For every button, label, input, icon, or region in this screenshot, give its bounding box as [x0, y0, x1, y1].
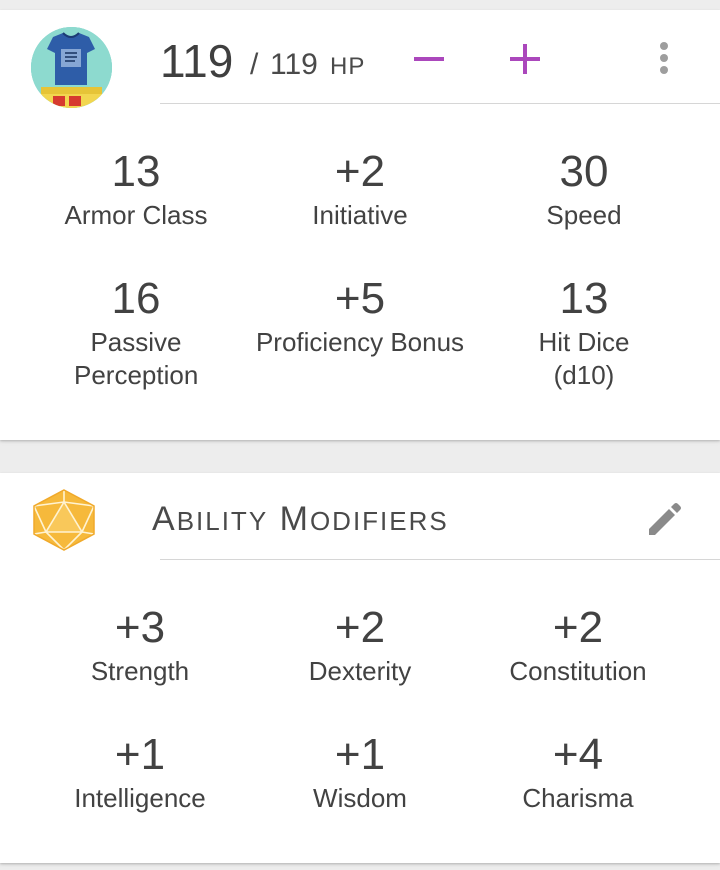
title-word: odifiers — [309, 506, 449, 536]
more-vert-icon — [660, 42, 668, 74]
hp-separator: / — [250, 48, 259, 81]
ability-label: Intelligence — [74, 783, 206, 813]
character-avatar[interactable] — [31, 27, 112, 108]
stat-initiative[interactable]: +2 Initiative — [248, 147, 472, 232]
stat-hit-dice[interactable]: 13 Hit Dice (d10) — [472, 274, 696, 392]
avatar-image — [31, 27, 112, 108]
ability-value: +3 — [114, 603, 166, 652]
minus-icon — [414, 57, 444, 61]
decrease-hp-button[interactable] — [405, 35, 453, 83]
ability-value: +4 — [552, 730, 604, 779]
stat-armor-class[interactable]: 13 Armor Class — [24, 147, 248, 232]
stat-label: Initiative — [312, 200, 408, 230]
stat-label: Hit Dice (d10) — [538, 327, 630, 390]
d20-icon — [30, 488, 98, 552]
stat-passive-perception[interactable]: 16 Passive Perception — [24, 274, 248, 392]
stats-card: 119 / 119 HP 13 Armor Class +2 Initiativ… — [0, 10, 720, 440]
stat-value: 13 — [111, 147, 161, 196]
stat-label: Passive Perception — [74, 327, 199, 390]
more-options-button[interactable] — [650, 38, 678, 82]
stat-value: +2 — [334, 147, 386, 196]
ability-wisdom[interactable]: +1 Wisdom — [248, 730, 472, 815]
stat-value: 16 — [111, 274, 161, 323]
stat-label: Speed — [546, 200, 622, 230]
increase-hp-button[interactable] — [501, 35, 549, 83]
ability-label: Dexterity — [308, 656, 412, 686]
ability-label: Constitution — [509, 656, 647, 686]
stat-proficiency-bonus[interactable]: +5 Proficiency Bonus — [248, 274, 472, 359]
ability-label: Wisdom — [313, 783, 407, 813]
hp-current: 119 — [160, 35, 234, 87]
ability-label: Charisma — [522, 783, 634, 813]
ability-strength[interactable]: +3 Strength — [28, 603, 252, 688]
ability-value: +1 — [334, 730, 386, 779]
header-divider — [160, 103, 720, 104]
plus-icon — [510, 44, 540, 74]
title-initial: M — [279, 500, 310, 538]
ability-dexterity[interactable]: +2 Dexterity — [248, 603, 472, 688]
ability-intelligence[interactable]: +1 Intelligence — [28, 730, 252, 815]
title-initial: A — [152, 500, 177, 538]
stat-value: 13 — [559, 274, 609, 323]
stat-speed[interactable]: 30 Speed — [472, 147, 696, 232]
hp-unit: HP — [330, 53, 366, 80]
edit-abilities-button[interactable] — [643, 497, 687, 541]
title-word: bility — [176, 506, 269, 536]
hp-max: 119 — [270, 48, 318, 81]
header-divider — [160, 559, 720, 560]
stat-value: +5 — [334, 274, 386, 323]
ability-value: +2 — [552, 603, 604, 652]
ability-charisma[interactable]: +4 Charisma — [466, 730, 690, 815]
ability-value: +2 — [334, 603, 386, 652]
ability-label: Strength — [90, 656, 190, 686]
stat-value: 30 — [559, 147, 609, 196]
section-title: Ability Modifiers — [152, 497, 449, 543]
stat-label: Proficiency Bonus — [255, 327, 465, 357]
pencil-icon — [649, 503, 681, 535]
stat-label: Armor Class — [64, 200, 208, 230]
ability-value: +1 — [114, 730, 166, 779]
ability-modifiers-card: Ability Modifiers +3 Strength +2 Dexteri… — [0, 473, 720, 863]
ability-constitution[interactable]: +2 Constitution — [466, 603, 690, 688]
